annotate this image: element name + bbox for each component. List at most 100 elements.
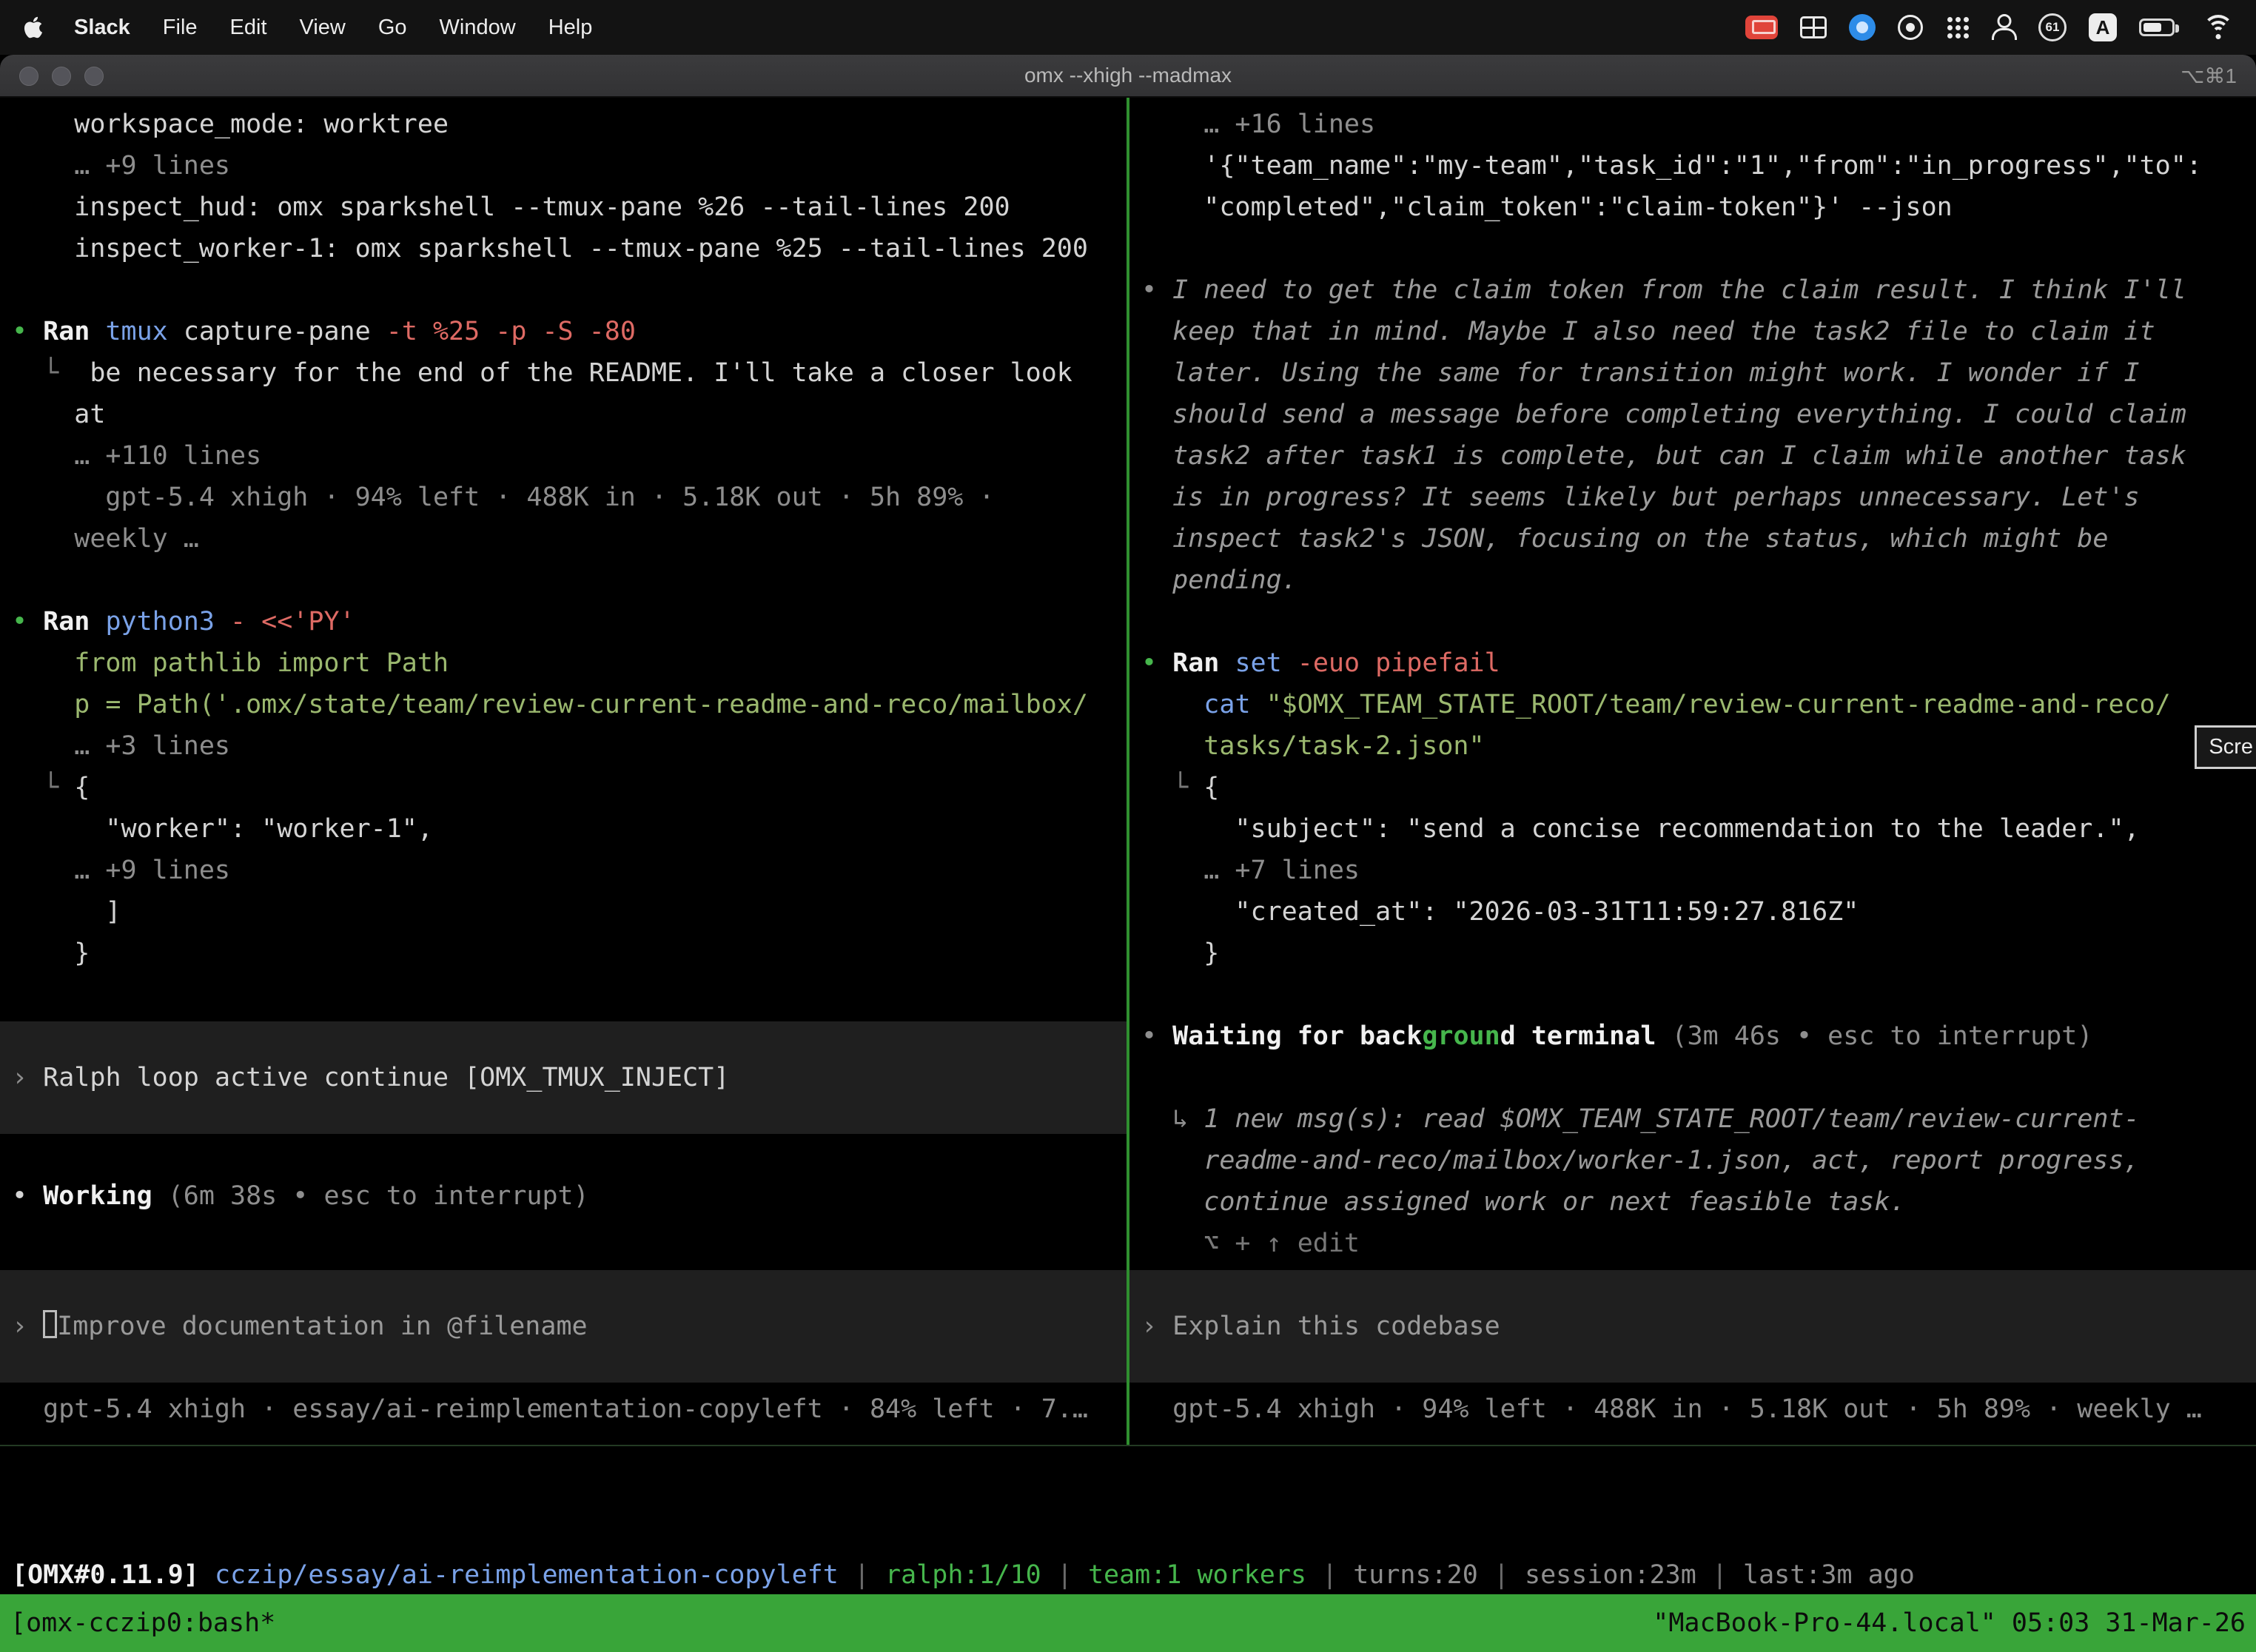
separator: | [1478,1560,1525,1590]
prompt-input-left[interactable]: › Improve documentation in @filename [12,1306,1115,1347]
blank-line [1141,974,2244,1015]
blank-line [1141,228,2244,269]
terminal-line: • Ran tmux capture-pane -t %25 -p -S -80 [12,311,1115,352]
terminal-line: ↳ 1 new msg(s): read $OMX_TEAM_STATE_ROO… [1141,1098,2244,1140]
banner-line: › Ralph loop active continue [OMX_TMUX_I… [12,1057,1115,1098]
close-button[interactable] [19,67,38,86]
right-pane-scrollback: … +16 lines '{"team_name":"my-team","tas… [1141,104,2244,1264]
terminal-line: • I need to get the claim token from the… [1141,269,2244,311]
separator: | [1041,1560,1088,1590]
record-dot-icon[interactable] [1898,15,1923,40]
prompt-input-right[interactable]: › Explain this codebase [1141,1306,2244,1347]
terminal-line: "created_at": "2026-03-31T11:59:27.816Z" [1141,891,2244,933]
person-icon[interactable] [1993,14,2016,41]
terminal-line: … +9 lines [12,145,1115,187]
terminal-line: └ be necessary for the end of the README… [12,352,1115,394]
terminal-line: '{"team_name":"my-team","task_id":"1","f… [1141,145,2244,187]
terminal-line: readme-and-reco/mailbox/worker-1.json, a… [1141,1140,2244,1181]
macos-menu-bar: Slack File Edit View Go Window Help 61 A [0,0,2256,55]
blue-app-icon[interactable] [1849,14,1876,41]
terminal-line: later. Using the same for transition mig… [1141,352,2244,394]
apple-logo-icon [22,14,44,41]
terminal-line: gpt-5.4 xhigh · 94% left · 488K in · 5.1… [12,477,1115,518]
terminal-line: └ { [1141,767,2244,808]
model-status-right: gpt-5.4 xhigh · 94% left · 488K in · 5.1… [1141,1389,2244,1430]
blank-line [12,269,1115,311]
minimize-button[interactable] [52,67,71,86]
menu-bar-left: Slack File Edit View Go Window Help [22,13,608,41]
session-path: cczip/essay/ai-reimplementation-copyleft [215,1560,839,1590]
terminal-line: "completed","claim_token":"claim-token"}… [1141,187,2244,228]
terminal-line: └ { [12,767,1115,808]
terminal-line: is in progress? It seems likely but perh… [1141,477,2244,518]
terminal-line: task2 after task1 is complete, but can I… [1141,435,2244,477]
terminal-line: } [1141,933,2244,974]
traffic-lights [19,55,104,98]
blank-line [12,560,1115,601]
terminal-line: inspect_hud: omx sparkshell --tmux-pane … [12,187,1115,228]
terminal-line: inspect task2's JSON, focusing on the st… [1141,518,2244,560]
terminal-line: tasks/task-2.json" [1141,725,2244,767]
ralph-counter: ralph:1/10 [885,1560,1041,1590]
prompt-box-right[interactable]: › Explain this codebase [1129,1270,2256,1383]
left-pane-footer: › Improve documentation in @filename gpt… [12,1270,1115,1430]
menu-bar-status-icons: 61 A [1745,13,2234,41]
terminal-content: workspace_mode: worktree … +9 lines insp… [0,98,2256,1445]
blank-line [1141,601,2244,642]
menu-help[interactable]: Help [532,16,609,40]
inject-banner: › Ralph loop active continue [OMX_TMUX_I… [0,1021,1127,1134]
terminal-line: • Ran set -euo pipefail [1141,642,2244,684]
session-duration: session:23m [1525,1560,1696,1590]
terminal-line: workspace_mode: worktree [12,104,1115,145]
terminal-line: from pathlib import Path [12,642,1115,684]
terminal-line: pending. [1141,560,2244,601]
terminal-line: "worker": "worker-1", [12,808,1115,850]
wifi-icon[interactable] [2203,15,2234,40]
menu-file[interactable]: File [147,16,214,40]
menu-go[interactable]: Go [362,16,423,40]
terminal-line: keep that in mind. Maybe I also need the… [1141,311,2244,352]
omx-status-bar: [OMX#0.11.9] cczip/essay/ai-reimplementa… [0,1445,2256,1594]
blank-line [1141,1057,2244,1098]
separator: | [1306,1560,1353,1590]
terminal-line: ] [12,891,1115,933]
tmux-status-bar: [omx-cczip0:bash* "MacBook-Pro-44.local"… [0,1594,2256,1652]
menu-window[interactable]: Window [423,16,532,40]
right-terminal-pane[interactable]: … +16 lines '{"team_name":"my-team","tas… [1129,98,2256,1445]
left-pane-scrollback: workspace_mode: worktree … +9 lines insp… [12,104,1115,1217]
prompt-box-left[interactable]: › Improve documentation in @filename [0,1270,1127,1383]
omx-version: [OMX#0.11.9] [12,1560,215,1590]
terminal-line: cat "$OMX_TEAM_STATE_ROOT/team/review-cu… [1141,684,2244,725]
terminal-line: inspect_worker-1: omx sparkshell --tmux-… [12,228,1115,269]
menu-edit[interactable]: Edit [214,16,283,40]
terminal-line: continue assigned work or next feasible … [1141,1181,2244,1223]
terminal-line: "subject": "send a concise recommendatio… [1141,808,2244,850]
terminal-line: • Ran python3 - <<'PY' [12,601,1115,642]
terminal-line: ⌥ + ↑ edit [1141,1223,2244,1264]
terminal-line: • Waiting for background terminal (3m 46… [1141,1015,2244,1057]
screen-share-tooltip: Scre [2195,725,2256,769]
window-shortcut-badge: ⌥⌘1 [2181,64,2237,88]
input-source-icon[interactable]: A [2089,13,2117,41]
apple-menu[interactable] [22,13,46,41]
right-pane-footer: › Explain this codebase gpt-5.4 xhigh · … [1141,1270,2244,1430]
terminal-line: p = Path('.omx/state/team/review-current… [12,684,1115,725]
terminal-line: should send a message before completing … [1141,394,2244,435]
zoom-button[interactable] [84,67,104,86]
gauge-61-icon[interactable]: 61 [2038,13,2067,41]
apps-grid-icon[interactable] [1945,15,1970,40]
battery-icon[interactable] [2139,19,2175,36]
menu-view[interactable]: View [283,16,362,40]
recording-indicator[interactable] [1745,16,1778,39]
last-activity: last:3m ago [1743,1560,1915,1590]
terminal-line: … +3 lines [12,725,1115,767]
window-grid-icon[interactable] [1800,16,1827,38]
menu-app-slack[interactable]: Slack [58,16,147,40]
terminal-line: … +110 lines [12,435,1115,477]
turns-counter: turns:20 [1353,1560,1478,1590]
separator: | [1696,1560,1743,1590]
terminal-line: … +16 lines [1141,104,2244,145]
left-terminal-pane[interactable]: workspace_mode: worktree … +9 lines insp… [0,98,1127,1445]
tmux-session-name[interactable]: [omx-cczip0:bash* [10,1608,275,1638]
tmux-host-clock: "MacBook-Pro-44.local" 05:03 31-Mar-26 [1653,1608,2246,1638]
